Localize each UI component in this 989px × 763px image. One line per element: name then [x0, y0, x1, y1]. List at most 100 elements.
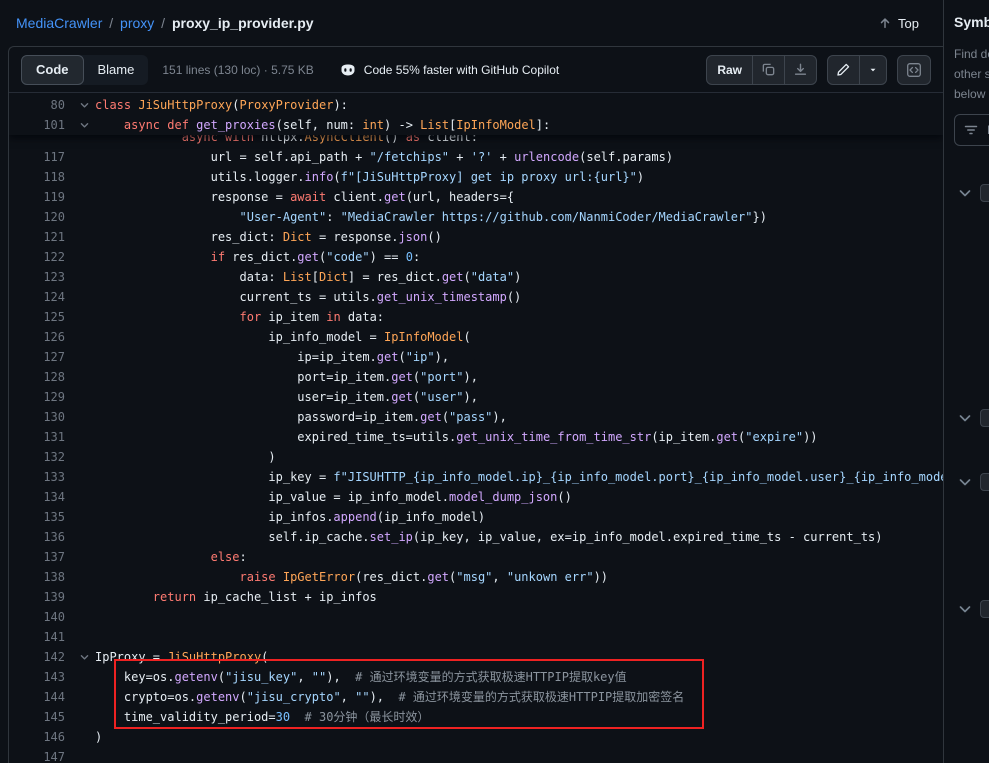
line-number[interactable]: 123	[9, 267, 73, 287]
copilot-text: Code 55% faster with GitHub Copilot	[364, 63, 559, 77]
line-number[interactable]: 141	[9, 627, 73, 647]
line-number[interactable]: 139	[9, 587, 73, 607]
code-text: current_ts = utils.get_unix_timestamp()	[95, 287, 943, 307]
filter-icon	[963, 122, 979, 138]
code-line: 136 self.ip_cache.set_ip(ip_key, ip_valu…	[9, 527, 943, 547]
line-number[interactable]: 143	[9, 667, 73, 687]
fold-slot	[73, 447, 95, 467]
fold-chevron-icon[interactable]	[73, 647, 95, 667]
line-number[interactable]: 127	[9, 347, 73, 367]
code-text: return ip_cache_list + ip_infos	[95, 587, 943, 607]
fold-slot	[73, 707, 95, 727]
tab-code[interactable]: Code	[21, 55, 84, 85]
back-to-top-label: Top	[898, 16, 919, 31]
symbol-tree-row[interactable]	[957, 473, 989, 491]
toolbar-actions: Raw	[706, 55, 931, 85]
breadcrumb-repo-link[interactable]: MediaCrawler	[16, 15, 102, 31]
code-text: raise IpGetError(res_dict.get("msg", "un…	[95, 567, 943, 587]
symbol-tree-row[interactable]	[957, 409, 989, 427]
raw-button[interactable]: Raw	[707, 56, 752, 84]
code-text: class JiSuHttpProxy(ProxyProvider):	[95, 95, 943, 115]
fold-slot	[73, 227, 95, 247]
line-number[interactable]: 145	[9, 707, 73, 727]
line-number[interactable]: 142	[9, 647, 73, 667]
code-text: url = self.api_path + "/fetchips" + '?' …	[95, 147, 943, 167]
code-text: async def get_proxies(self, num: int) ->…	[95, 115, 943, 135]
line-number[interactable]: 146	[9, 727, 73, 747]
breadcrumb-folder-link[interactable]: proxy	[120, 15, 154, 31]
code-scroll[interactable]: async with httpx.AsyncClient() as client…	[9, 93, 943, 763]
line-number[interactable]: 128	[9, 367, 73, 387]
line-number[interactable]: 132	[9, 447, 73, 467]
line-number[interactable]: 119	[9, 187, 73, 207]
line-number[interactable]: 130	[9, 407, 73, 427]
line-number[interactable]: 126	[9, 327, 73, 347]
code-text: user=ip_item.get("user"),	[95, 387, 943, 407]
code-lines: 117 url = self.api_path + "/fetchips" + …	[9, 147, 943, 763]
symbol-tree-row[interactable]	[957, 184, 989, 202]
code-line: 125 for ip_item in data:	[9, 307, 943, 327]
line-number[interactable]: 134	[9, 487, 73, 507]
fold-slot	[73, 267, 95, 287]
line-number[interactable]: 122	[9, 247, 73, 267]
fold-slot	[73, 147, 95, 167]
line-number[interactable]: 80	[9, 95, 73, 115]
chevron-down-icon[interactable]	[957, 601, 973, 617]
code-text: async with httpx.AsyncClient() as client…	[95, 135, 943, 147]
line-number[interactable]: 147	[9, 747, 73, 763]
tab-blame[interactable]: Blame	[84, 55, 149, 85]
fold-slot	[73, 187, 95, 207]
code-line: 140	[9, 607, 943, 627]
line-number[interactable]: 124	[9, 287, 73, 307]
chevron-down-icon[interactable]	[957, 185, 973, 201]
line-number[interactable]: 118	[9, 167, 73, 187]
line-number[interactable]: 120	[9, 207, 73, 227]
line-number[interactable]: 121	[9, 227, 73, 247]
line-number[interactable]: 136	[9, 527, 73, 547]
line-number[interactable]: 101	[9, 115, 73, 135]
symbols-toggle-button[interactable]	[897, 55, 931, 85]
line-number[interactable]: 138	[9, 567, 73, 587]
code-line: 131 expired_time_ts=utils.get_unix_time_…	[9, 427, 943, 447]
fold-slot	[73, 407, 95, 427]
code-text: else:	[95, 547, 943, 567]
fold-slot	[73, 667, 95, 687]
fold-slot	[73, 507, 95, 527]
download-button[interactable]	[785, 56, 816, 84]
back-to-top-button[interactable]: Top	[870, 12, 927, 35]
line-number[interactable]: 144	[9, 687, 73, 707]
line-number[interactable]: 125	[9, 307, 73, 327]
code-text: ip_info_model = IpInfoModel(	[95, 327, 943, 347]
code-line: 122 if res_dict.get("code") == 0:	[9, 247, 943, 267]
copy-raw-button[interactable]	[753, 56, 784, 84]
code-text: for ip_item in data:	[95, 307, 943, 327]
code-line: 80 class JiSuHttpProxy(ProxyProvider):	[9, 95, 943, 115]
fold-slot	[73, 427, 95, 447]
line-number[interactable]: 137	[9, 547, 73, 567]
line-number[interactable]: 117	[9, 147, 73, 167]
chevron-down-icon[interactable]	[957, 474, 973, 490]
symbols-panel: Symbols Find definitions and references …	[943, 0, 989, 763]
fold-chevron-icon[interactable]	[73, 115, 95, 135]
symbols-description-line: Find definitions and references for func…	[954, 44, 989, 64]
file-info: 151 lines (130 loc) · 5.75 KB	[162, 63, 313, 77]
filter-symbols-input[interactable]: Filter symbols	[954, 114, 989, 146]
edit-button[interactable]	[828, 56, 859, 84]
copilot-banner[interactable]: Code 55% faster with GitHub Copilot	[340, 62, 559, 78]
line-number[interactable]	[9, 135, 73, 147]
edit-dropdown-button[interactable]	[860, 56, 886, 84]
line-number[interactable]: 140	[9, 607, 73, 627]
fold-slot	[73, 547, 95, 567]
arrow-up-icon	[878, 16, 892, 30]
code-line: 139 return ip_cache_list + ip_infos	[9, 587, 943, 607]
line-number[interactable]: 133	[9, 467, 73, 487]
symbol-tree-row[interactable]	[957, 600, 989, 618]
line-number[interactable]: 135	[9, 507, 73, 527]
line-number[interactable]: 129	[9, 387, 73, 407]
chevron-down-icon[interactable]	[957, 410, 973, 426]
line-number[interactable]: 131	[9, 427, 73, 447]
breadcrumb-separator: /	[161, 15, 165, 31]
code-blame-switcher: Code Blame	[21, 55, 148, 85]
code-text: res_dict: Dict = response.json()	[95, 227, 943, 247]
fold-chevron-icon[interactable]	[73, 95, 95, 115]
